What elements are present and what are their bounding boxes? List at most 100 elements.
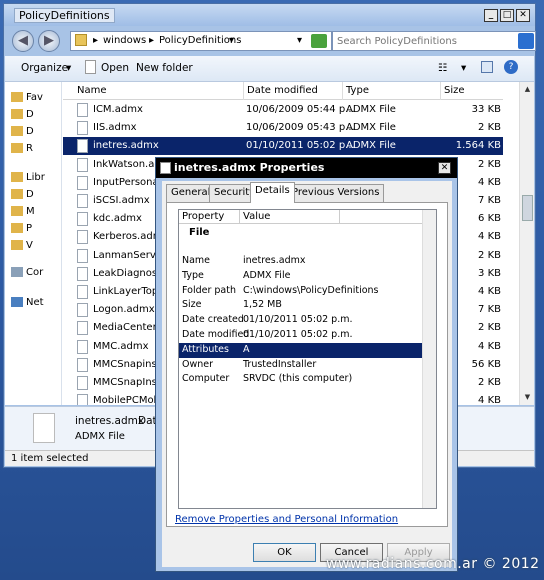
nav-item[interactable]: Fav xyxy=(11,92,43,103)
nav-item-icon xyxy=(11,126,23,136)
property-row[interactable]: Owner TrustedInstaller xyxy=(179,358,424,373)
ok-button[interactable]: OK xyxy=(253,543,316,562)
nav-item[interactable]: M xyxy=(11,206,35,217)
property-row[interactable]: Size 1,52 MB xyxy=(179,298,424,313)
nav-item-icon xyxy=(11,267,23,277)
column-date[interactable]: Date modified xyxy=(247,85,318,96)
file-date: 10/06/2009 05:44 p... xyxy=(246,104,355,115)
file-type: ADMX File xyxy=(346,122,396,134)
address-dropdown-icon[interactable]: ▾ xyxy=(297,35,302,46)
tab-details[interactable]: Details xyxy=(250,182,295,203)
nav-item-label: P xyxy=(26,223,33,234)
file-icon xyxy=(77,139,88,154)
scroll-up-icon[interactable]: ▲ xyxy=(522,84,533,95)
details-tab-panel: Property Value File Name inetres.admx Type… xyxy=(166,202,448,527)
property-row[interactable]: Computer SRVDC (this computer) xyxy=(179,372,424,387)
nav-item[interactable]: P xyxy=(11,223,32,234)
scrollbar-thumb[interactable] xyxy=(522,195,533,221)
property-name: Type xyxy=(182,269,204,281)
property-row[interactable]: Attributes A xyxy=(179,342,424,358)
explorer-titlebar[interactable]: PolicyDefinitions _ □ ✕ xyxy=(4,4,535,26)
search-icon[interactable] xyxy=(518,33,534,49)
search-box[interactable] xyxy=(332,31,536,51)
file-size: 6 KB xyxy=(478,213,501,225)
preview-pane-icon[interactable] xyxy=(481,61,493,73)
forward-button[interactable]: ▶ xyxy=(38,30,60,52)
file-icon xyxy=(77,321,88,336)
file-icon xyxy=(77,285,88,299)
property-row[interactable]: Date modified 01/10/2011 05:02 p.m. xyxy=(179,328,424,343)
column-value[interactable]: Value xyxy=(243,211,270,222)
nav-item[interactable]: Libr xyxy=(11,172,45,183)
close-button[interactable]: ✕ xyxy=(516,9,530,22)
property-row[interactable]: Date created 01/10/2011 05:02 p.m. xyxy=(179,313,424,328)
refresh-icon[interactable] xyxy=(311,34,327,48)
tab-general[interactable]: General xyxy=(166,184,216,202)
nav-item[interactable]: Net xyxy=(11,297,44,308)
tab-previous-versions[interactable]: Previous Versions xyxy=(287,184,385,202)
file-row[interactable]: IIS.admx 10/06/2009 05:43 p... ADMX File 2 … xyxy=(63,119,503,137)
search-input[interactable] xyxy=(333,32,513,50)
property-name: Owner xyxy=(182,358,214,370)
minimize-button[interactable]: _ xyxy=(484,9,498,22)
section-heading: File xyxy=(189,227,210,238)
column-type[interactable]: Type xyxy=(346,85,369,96)
property-row[interactable]: Folder path C:\windows\PolicyDefinitions xyxy=(179,284,424,299)
nav-item-label: R xyxy=(26,143,33,154)
nav-item[interactable]: V xyxy=(11,240,33,251)
maximize-button[interactable]: □ xyxy=(500,9,514,22)
property-name: Computer xyxy=(182,373,230,385)
column-name[interactable]: Name xyxy=(77,85,107,96)
file-row[interactable]: inetres.admx 01/10/2011 05:02 p... ADMX Fi… xyxy=(63,137,503,156)
help-icon[interactable]: ? xyxy=(504,60,518,74)
nav-item[interactable]: D xyxy=(11,126,34,137)
nav-item[interactable]: D xyxy=(11,189,34,200)
property-value: ADMX File xyxy=(243,269,291,281)
property-value: SRVDC (this computer) xyxy=(243,373,353,385)
open-file-icon xyxy=(85,60,96,74)
breadcrumb-windows[interactable]: windows xyxy=(103,35,146,46)
nav-item[interactable]: Cor xyxy=(11,267,43,278)
watermark: www.radians.com.ar © 2012 xyxy=(326,556,540,572)
breadcrumb-dropdown-icon[interactable]: ▾ xyxy=(229,35,234,46)
property-value: C:\windows\PolicyDefinitions xyxy=(243,284,379,296)
property-row[interactable]: Name inetres.admx xyxy=(179,254,424,269)
organize-dropdown-icon[interactable]: ▾ xyxy=(66,62,71,74)
property-list-scrollbar[interactable] xyxy=(422,210,436,508)
file-size: 4 KB xyxy=(478,286,501,297)
properties-dialog: inetres.admx Properties ✕ General Securi… xyxy=(155,157,458,572)
file-size: 4 KB xyxy=(478,231,501,243)
dialog-titlebar[interactable]: inetres.admx Properties ✕ xyxy=(156,158,457,178)
remove-properties-link[interactable]: Remove Properties and Personal Informati… xyxy=(175,514,398,525)
address-bar[interactable]: ▸ windows ▸ PolicyDefinitions ▾ ▾ xyxy=(70,31,332,51)
property-list[interactable]: Property Value File Name inetres.admx Type… xyxy=(178,209,437,509)
scroll-down-icon[interactable]: ▼ xyxy=(522,392,533,403)
back-button[interactable]: ◀ xyxy=(12,30,34,52)
file-icon xyxy=(77,194,88,208)
open-button[interactable]: Open xyxy=(101,62,129,74)
nav-item-icon xyxy=(11,189,23,199)
folder-icon xyxy=(75,34,87,46)
close-icon[interactable]: ✕ xyxy=(438,162,451,174)
view-options-icon[interactable]: ☷ xyxy=(438,62,447,74)
file-list-scrollbar[interactable]: ▲ ▼ xyxy=(519,82,534,405)
file-size: 2 KB xyxy=(478,158,501,170)
organize-button[interactable]: Organize xyxy=(21,62,68,74)
nav-item-icon xyxy=(11,143,23,153)
column-size[interactable]: Size xyxy=(444,85,465,96)
view-dropdown-icon[interactable]: ▾ xyxy=(461,62,466,74)
new-folder-button[interactable]: New folder xyxy=(136,62,193,74)
navigation-pane[interactable]: Fav D D R Libr D M P V Cor Net xyxy=(5,82,62,405)
column-property[interactable]: Property xyxy=(182,211,224,222)
file-date: 01/10/2011 05:02 p... xyxy=(246,140,355,152)
property-name: Folder path xyxy=(182,284,236,296)
file-icon xyxy=(77,230,88,245)
file-thumbnail-icon xyxy=(33,413,55,443)
nav-item-icon xyxy=(11,297,23,307)
nav-item-label: Net xyxy=(26,297,44,308)
property-name: Name xyxy=(182,255,211,266)
property-row[interactable]: Type ADMX File xyxy=(179,269,424,284)
file-row[interactable]: ICM.admx 10/06/2009 05:44 p... ADMX File 33… xyxy=(63,101,503,119)
nav-item[interactable]: D xyxy=(11,109,34,120)
nav-item[interactable]: R xyxy=(11,143,33,154)
